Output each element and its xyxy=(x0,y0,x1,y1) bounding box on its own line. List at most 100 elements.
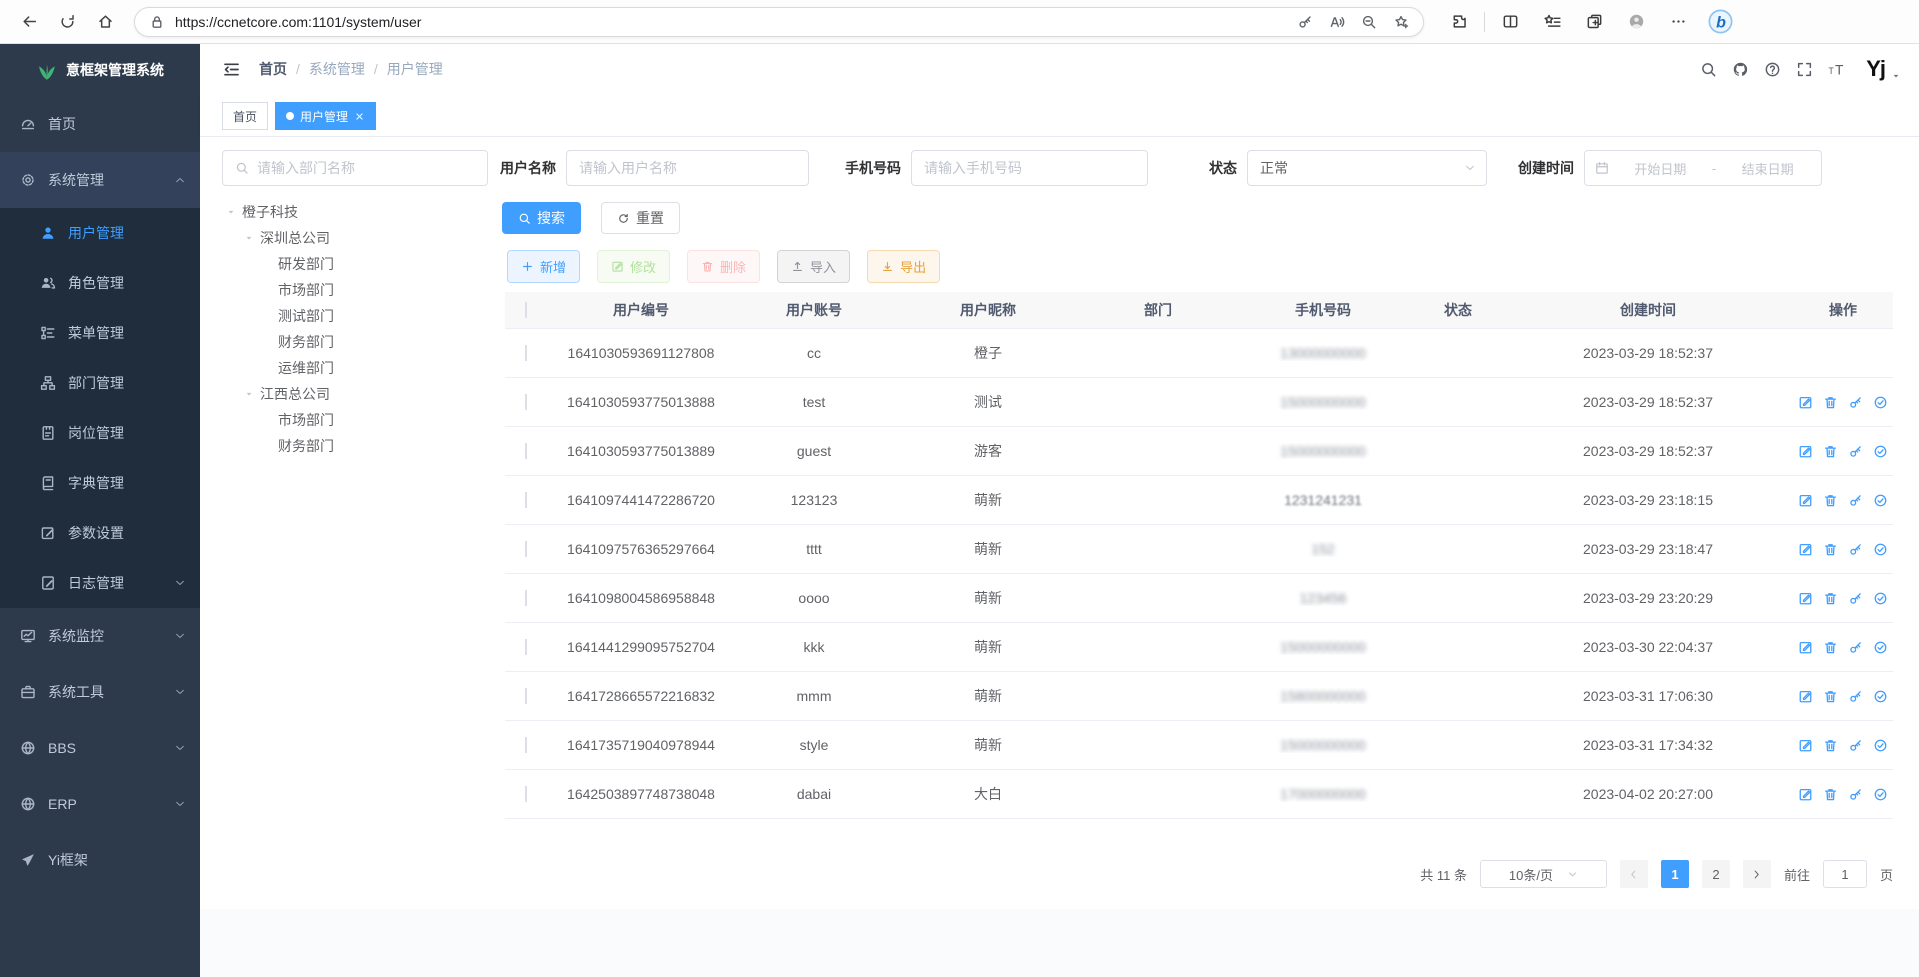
tree-node-市场部门[interactable]: 市场部门 xyxy=(222,277,488,303)
row-checkbox[interactable] xyxy=(525,394,527,410)
help-button[interactable] xyxy=(1756,51,1788,87)
status-select[interactable]: 正常 xyxy=(1247,150,1487,186)
page-button-1[interactable]: 1 xyxy=(1661,860,1689,888)
trash-icon[interactable] xyxy=(1823,395,1838,410)
close-icon[interactable] xyxy=(354,111,365,122)
tab-用户管理[interactable]: 用户管理 xyxy=(275,102,376,130)
sidebar-item-dict-management[interactable]: 字典管理 xyxy=(0,458,200,508)
prev-page-button[interactable] xyxy=(1620,860,1648,888)
trash-icon[interactable] xyxy=(1823,591,1838,606)
favorites-bar-button[interactable] xyxy=(1531,4,1573,40)
edit-pen-icon[interactable] xyxy=(1798,689,1813,704)
profile-button[interactable] xyxy=(1615,4,1657,40)
circle-check-icon[interactable] xyxy=(1873,493,1888,508)
row-checkbox[interactable] xyxy=(525,443,527,459)
key-icon[interactable] xyxy=(1848,689,1863,704)
key-icon[interactable] xyxy=(1848,542,1863,557)
app-logo[interactable]: 意框架管理系统 xyxy=(0,44,200,96)
sidebar-item-log-management[interactable]: 日志管理 xyxy=(0,558,200,608)
tree-node-深圳总公司[interactable]: 深圳总公司 xyxy=(222,225,488,251)
delete-button[interactable]: 删除 xyxy=(687,250,760,283)
sidebar-item-menu-management[interactable]: 菜单管理 xyxy=(0,308,200,358)
edit-pen-icon[interactable] xyxy=(1798,738,1813,753)
circle-check-icon[interactable] xyxy=(1873,395,1888,410)
tree-node-财务部门[interactable]: 财务部门 xyxy=(222,329,488,355)
tree-node-研发部门[interactable]: 研发部门 xyxy=(222,251,488,277)
trash-icon[interactable] xyxy=(1823,444,1838,459)
dept-search-input[interactable] xyxy=(257,160,475,176)
reset-button[interactable]: 重置 xyxy=(601,202,680,234)
github-button[interactable] xyxy=(1724,51,1756,87)
tree-node-橙子科技[interactable]: 橙子科技 xyxy=(222,199,488,225)
date-end-placeholder[interactable]: 结束日期 xyxy=(1724,159,1811,178)
home-button[interactable] xyxy=(86,4,124,40)
sidebar-item-yi-framework[interactable]: Yi框架 xyxy=(0,832,200,888)
circle-check-icon[interactable] xyxy=(1873,542,1888,557)
trash-icon[interactable] xyxy=(1823,787,1838,802)
key-icon[interactable] xyxy=(1848,591,1863,606)
caret-down-icon[interactable] xyxy=(244,389,260,399)
key-icon[interactable] xyxy=(1848,787,1863,802)
copilot-button[interactable]: b xyxy=(1699,4,1741,40)
date-start-placeholder[interactable]: 开始日期 xyxy=(1617,159,1704,178)
key-icon[interactable] xyxy=(1848,395,1863,410)
add-button[interactable]: 新增 xyxy=(507,250,580,283)
text-size-button[interactable]: TT xyxy=(1820,51,1852,87)
key-icon[interactable] xyxy=(1848,444,1863,459)
sidebar-item-system-management[interactable]: 系统管理 xyxy=(0,152,200,208)
collections-button[interactable] xyxy=(1573,4,1615,40)
select-all-checkbox[interactable] xyxy=(525,302,527,318)
search-button[interactable]: 搜索 xyxy=(502,202,581,234)
circle-check-icon[interactable] xyxy=(1873,738,1888,753)
goto-page-input[interactable] xyxy=(1823,860,1867,888)
date-range-picker[interactable]: 开始日期 - 结束日期 xyxy=(1584,150,1822,186)
row-checkbox[interactable] xyxy=(525,639,527,655)
favorite-add-button[interactable] xyxy=(1385,8,1417,36)
key-icon[interactable] xyxy=(1848,640,1863,655)
row-checkbox[interactable] xyxy=(525,688,527,704)
fullscreen-button[interactable] xyxy=(1788,51,1820,87)
sidebar-item-user-management[interactable]: 用户管理 xyxy=(0,208,200,258)
sidebar-item-post-management[interactable]: 岗位管理 xyxy=(0,408,200,458)
key-button[interactable] xyxy=(1289,8,1321,36)
sidebar-item-dept-management[interactable]: 部门管理 xyxy=(0,358,200,408)
edit-pen-icon[interactable] xyxy=(1798,542,1813,557)
next-page-button[interactable] xyxy=(1743,860,1771,888)
edit-pen-icon[interactable] xyxy=(1798,640,1813,655)
sidebar-item-system-monitor[interactable]: 系统监控 xyxy=(0,608,200,664)
import-button[interactable]: 导入 xyxy=(777,250,850,283)
tab-首页[interactable]: 首页 xyxy=(222,102,268,130)
edit-pen-icon[interactable] xyxy=(1798,444,1813,459)
row-checkbox[interactable] xyxy=(525,737,527,753)
edit-pen-icon[interactable] xyxy=(1798,395,1813,410)
row-checkbox[interactable] xyxy=(525,541,527,557)
tree-node-财务部门[interactable]: 财务部门 xyxy=(222,433,488,459)
sidebar-item-param-settings[interactable]: 参数设置 xyxy=(0,508,200,558)
breadcrumb-item[interactable]: 系统管理 xyxy=(309,59,365,79)
caret-down-icon[interactable] xyxy=(244,233,260,243)
trash-icon[interactable] xyxy=(1823,689,1838,704)
key-icon[interactable] xyxy=(1848,493,1863,508)
extensions-button[interactable] xyxy=(1438,4,1480,40)
caret-down-icon[interactable] xyxy=(226,207,242,217)
edit-pen-icon[interactable] xyxy=(1798,591,1813,606)
page-button-2[interactable]: 2 xyxy=(1702,860,1730,888)
trash-icon[interactable] xyxy=(1823,738,1838,753)
tree-node-市场部门[interactable]: 市场部门 xyxy=(222,407,488,433)
export-button[interactable]: 导出 xyxy=(867,250,940,283)
more-button[interactable] xyxy=(1657,4,1699,40)
row-checkbox[interactable] xyxy=(525,345,527,361)
circle-check-icon[interactable] xyxy=(1873,444,1888,459)
edit-button[interactable]: 修改 xyxy=(597,250,670,283)
circle-check-icon[interactable] xyxy=(1873,591,1888,606)
breadcrumb-item[interactable]: 首页 xyxy=(259,59,287,79)
split-screen-button[interactable] xyxy=(1489,4,1531,40)
trash-icon[interactable] xyxy=(1823,640,1838,655)
edit-pen-icon[interactable] xyxy=(1798,787,1813,802)
reload-button[interactable] xyxy=(48,4,86,40)
back-button[interactable] xyxy=(10,4,48,40)
sidebar-item-home[interactable]: 首页 xyxy=(0,96,200,152)
sidebar-item-bbs[interactable]: BBS xyxy=(0,720,200,776)
tree-node-测试部门[interactable]: 测试部门 xyxy=(222,303,488,329)
circle-check-icon[interactable] xyxy=(1873,689,1888,704)
